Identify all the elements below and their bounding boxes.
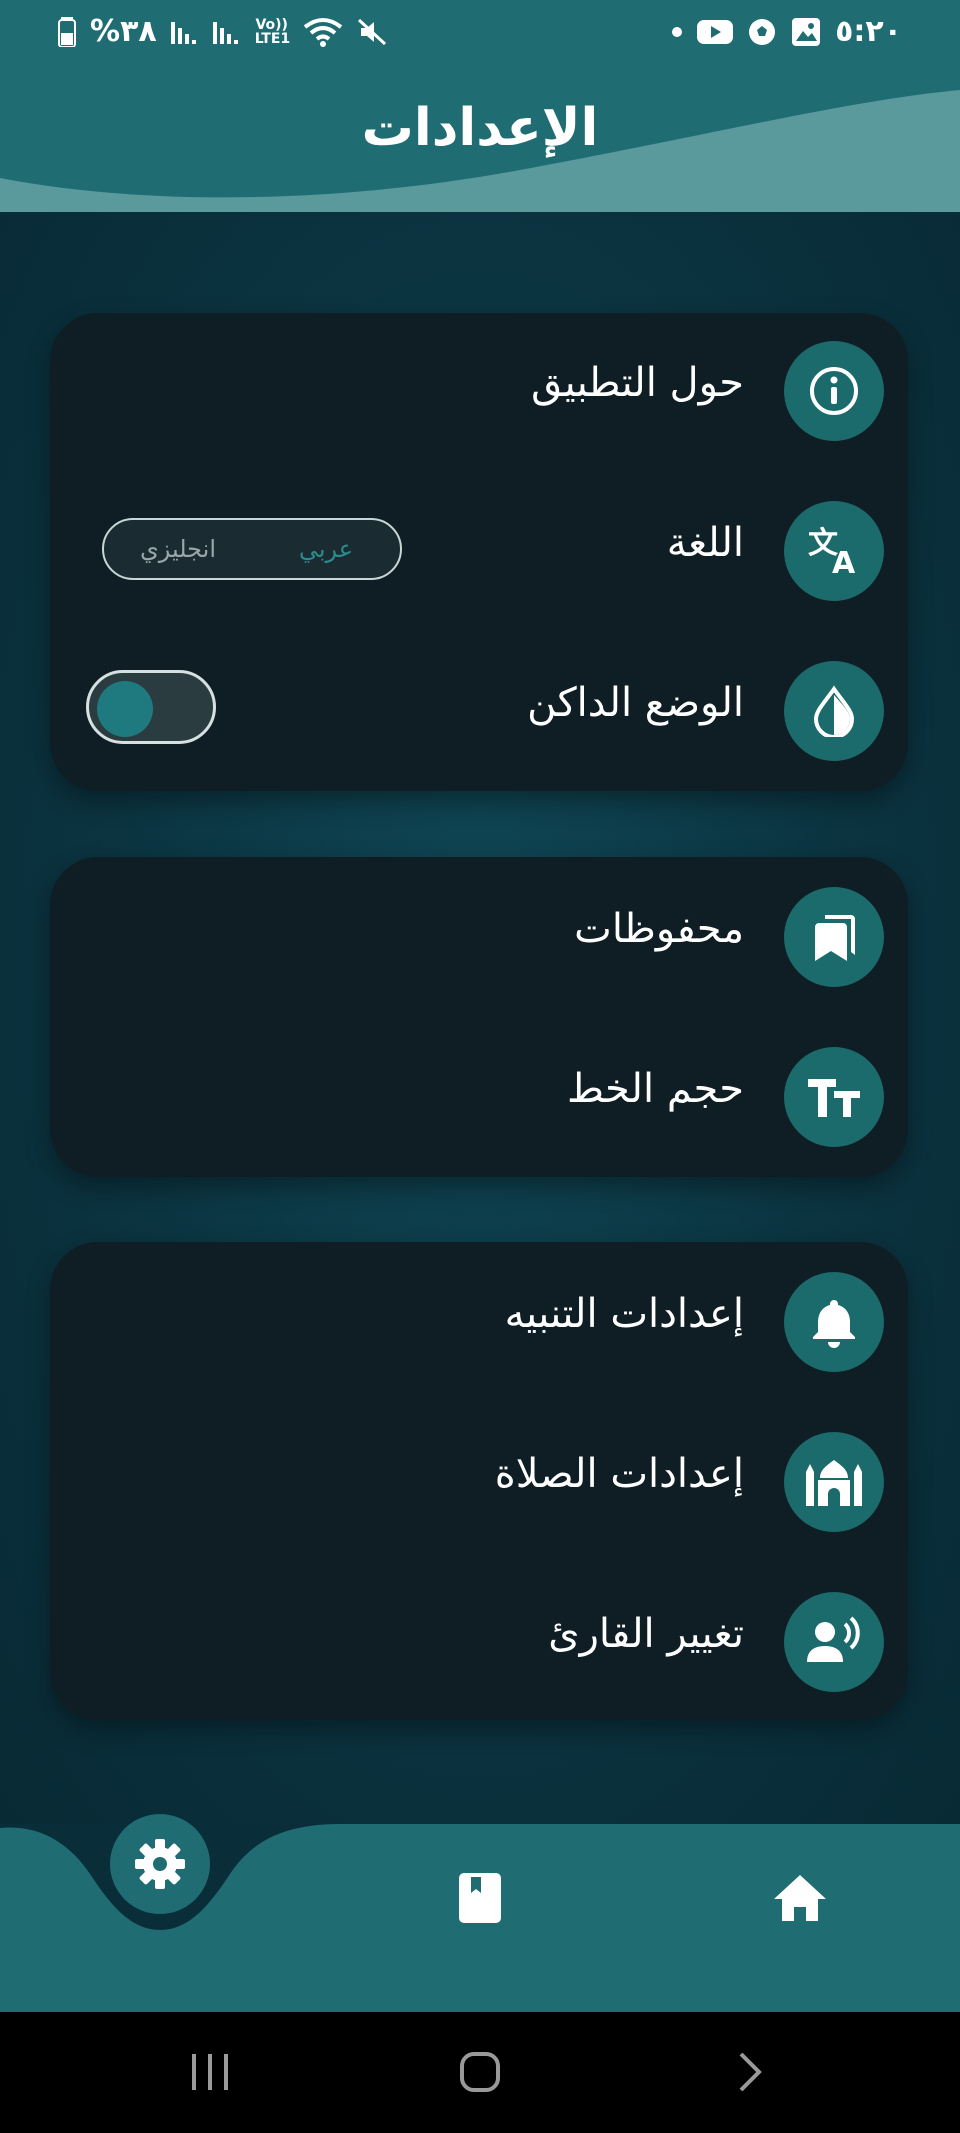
signal-icon-2 <box>212 18 241 46</box>
dark-mode-switch[interactable] <box>86 670 216 744</box>
speaker-person-icon <box>784 1592 884 1692</box>
youtube-icon <box>697 18 734 46</box>
page-title: الإعدادات <box>361 98 599 158</box>
row-alert-settings-label: إعدادات التنبيه <box>504 1291 744 1337</box>
row-saved[interactable]: محفوظات <box>50 882 908 992</box>
row-dark-mode: الوضع الداكن <box>50 656 908 766</box>
settings-card-reading: محفوظات حجم الخط <box>50 857 908 1177</box>
network-label: Vo)) LTE1 <box>254 16 291 47</box>
status-bar: %٣٨ Vo)) LTE1 ٥:٢٠ <box>0 14 960 58</box>
row-about-app[interactable]: حول التطبيق <box>50 336 908 446</box>
settings-card-prayer: إعدادات التنبيه إعدادات الصلاة تغيير الق… <box>50 1242 908 1720</box>
nav-settings[interactable] <box>110 1814 210 1914</box>
gear-icon <box>133 1837 187 1891</box>
book-icon <box>457 1871 503 1925</box>
status-bar-right: ٥:٢٠ <box>671 14 902 49</box>
dark-mode-switch-knob <box>97 681 153 737</box>
home-button[interactable] <box>450 2042 510 2102</box>
clock: ٥:٢٠ <box>835 14 902 49</box>
row-change-reciter-label: تغيير القارئ <box>548 1611 744 1657</box>
info-icon <box>784 341 884 441</box>
row-prayer-settings[interactable]: إعدادات الصلاة <box>50 1427 908 1537</box>
status-bar-left: %٣٨ Vo)) LTE1 <box>58 14 387 49</box>
row-alert-settings[interactable]: إعدادات التنبيه <box>50 1267 908 1377</box>
signal-icon <box>170 18 199 46</box>
nav-home[interactable] <box>760 1858 840 1938</box>
home-icon <box>772 1873 828 1923</box>
row-saved-label: محفوظات <box>574 906 744 952</box>
row-language: 文A اللغة عربي انجليزي <box>50 496 908 606</box>
language-option-english[interactable]: انجليزي <box>104 520 252 578</box>
battery-percent: %٣٨ <box>90 14 157 49</box>
dot-icon <box>671 26 683 38</box>
soccer-icon <box>747 17 777 47</box>
settings-card-general: حول التطبيق 文A اللغة عربي انجليزي الوضع … <box>50 313 908 791</box>
svg-text:A: A <box>832 546 856 577</box>
system-nav-bar <box>0 2012 960 2133</box>
gallery-icon <box>791 17 821 47</box>
row-prayer-settings-label: إعدادات الصلاة <box>494 1451 744 1497</box>
row-font-size-label: حجم الخط <box>567 1066 744 1112</box>
bookmarks-icon <box>784 887 884 987</box>
wifi-icon <box>303 17 343 47</box>
row-dark-mode-label: الوضع الداكن <box>527 680 744 726</box>
row-change-reciter[interactable]: تغيير القارئ <box>50 1587 908 1697</box>
row-about-app-label: حول التطبيق <box>531 360 744 406</box>
language-option-arabic[interactable]: عربي <box>252 520 400 578</box>
mute-icon <box>357 17 387 47</box>
battery-icon <box>58 16 76 47</box>
row-language-label: اللغة <box>666 520 744 566</box>
nav-quran[interactable] <box>440 1858 520 1938</box>
row-font-size[interactable]: حجم الخط <box>50 1042 908 1152</box>
text-size-icon <box>784 1047 884 1147</box>
bell-icon <box>784 1272 884 1372</box>
recent-apps-button[interactable] <box>180 2042 240 2102</box>
back-button[interactable] <box>720 2042 780 2102</box>
drop-icon <box>784 661 884 761</box>
mosque-icon <box>784 1432 884 1532</box>
language-toggle: عربي انجليزي <box>102 518 402 580</box>
translate-icon: 文A <box>784 501 884 601</box>
